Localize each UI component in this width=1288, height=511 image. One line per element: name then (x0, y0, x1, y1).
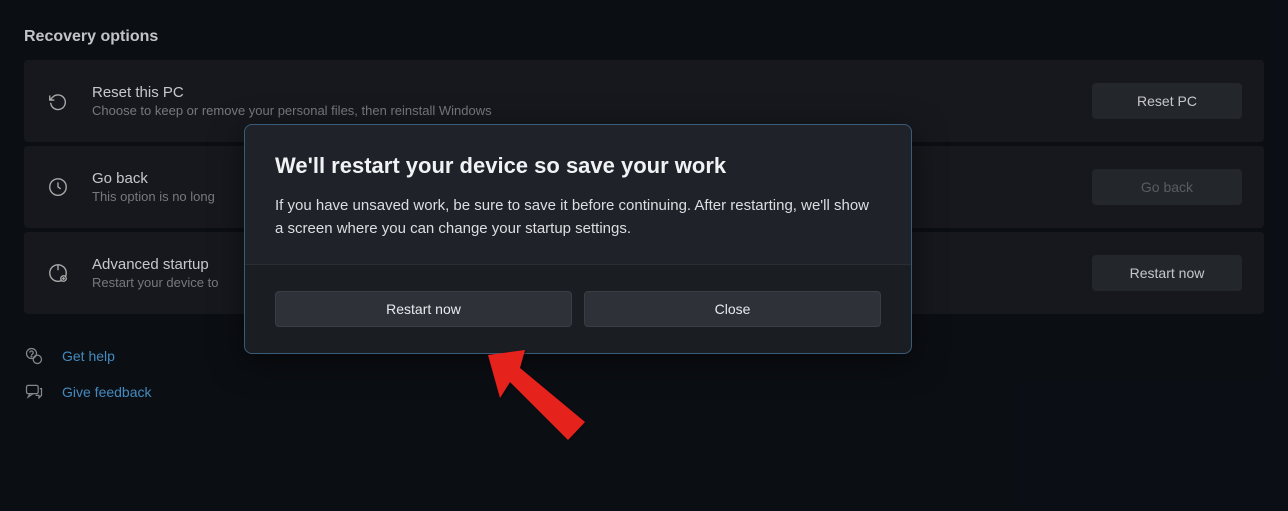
dialog-close-button[interactable]: Close (584, 291, 881, 327)
dialog-title: We'll restart your device so save your w… (275, 153, 881, 179)
dialog-restart-now-button[interactable]: Restart now (275, 291, 572, 327)
restart-dialog: We'll restart your device so save your w… (244, 124, 912, 354)
dialog-body-text: If you have unsaved work, be sure to sav… (275, 195, 881, 240)
